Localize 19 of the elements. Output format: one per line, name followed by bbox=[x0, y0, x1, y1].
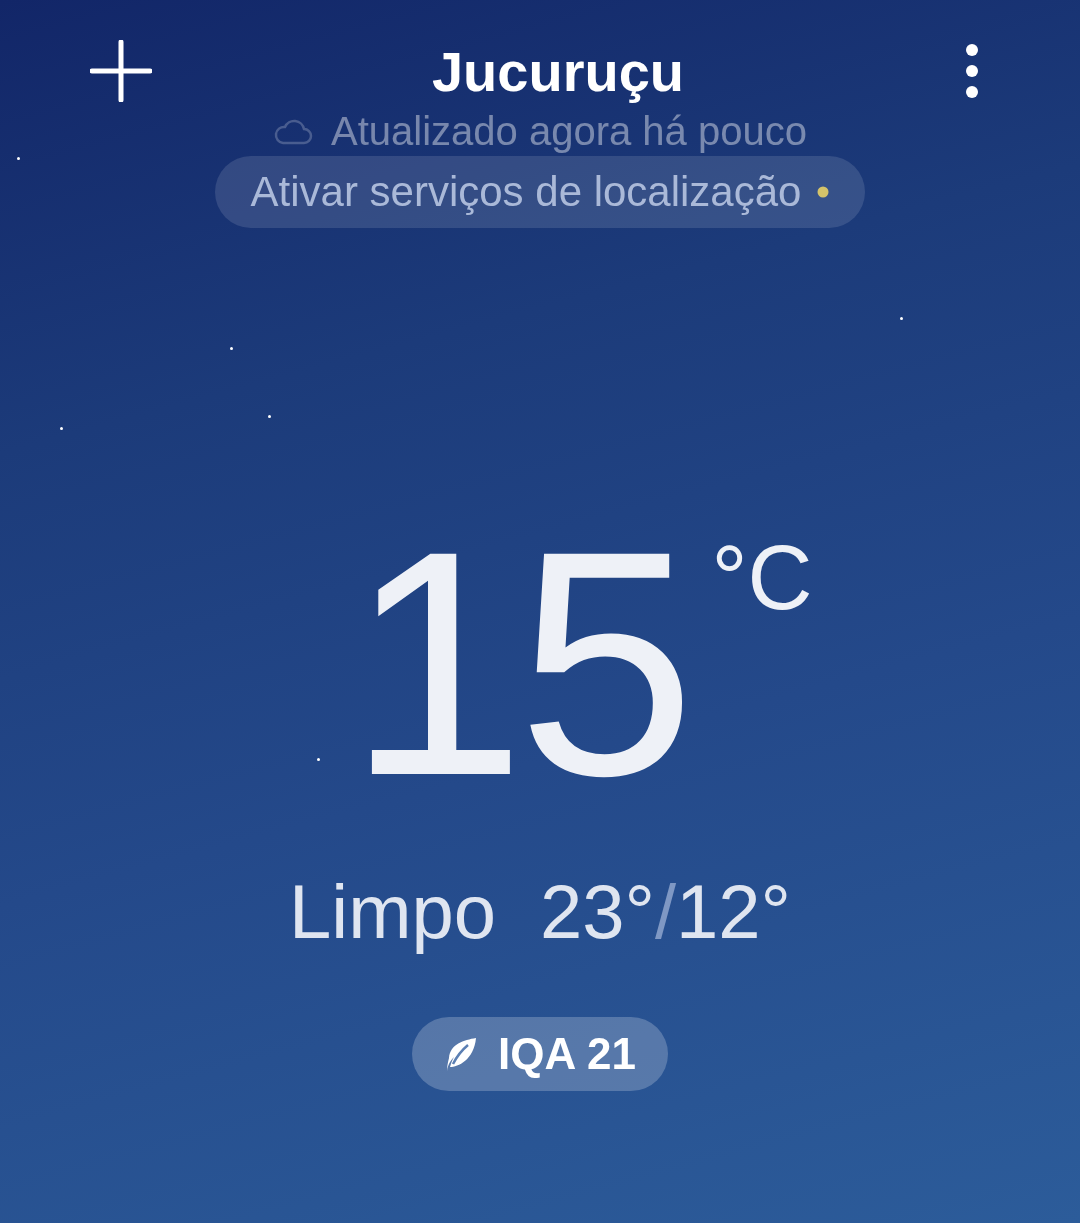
update-status: Atualizado agora há pouco bbox=[331, 108, 807, 154]
star-dot bbox=[900, 317, 903, 320]
star-dot bbox=[317, 758, 320, 761]
star-dot bbox=[268, 415, 271, 418]
cloud-icon bbox=[273, 117, 314, 145]
star-dot bbox=[17, 157, 20, 160]
air-quality-button[interactable]: IQA 21 bbox=[412, 1017, 668, 1091]
leaf-icon bbox=[444, 1036, 479, 1072]
star-dot bbox=[230, 347, 233, 350]
temperature-range: 23°/12° bbox=[540, 868, 791, 955]
temperature: 15 bbox=[347, 528, 688, 798]
star-dot bbox=[60, 427, 63, 430]
add-icon[interactable] bbox=[90, 40, 152, 102]
notification-dot-icon bbox=[817, 186, 830, 198]
location-prompt-button[interactable]: Ativar serviços de localização bbox=[214, 156, 866, 228]
more-options-icon[interactable] bbox=[964, 43, 980, 99]
temperature-unit: °C bbox=[711, 528, 813, 628]
condition: Limpo bbox=[289, 868, 496, 955]
city-title: Jucuruçu bbox=[431, 38, 685, 104]
